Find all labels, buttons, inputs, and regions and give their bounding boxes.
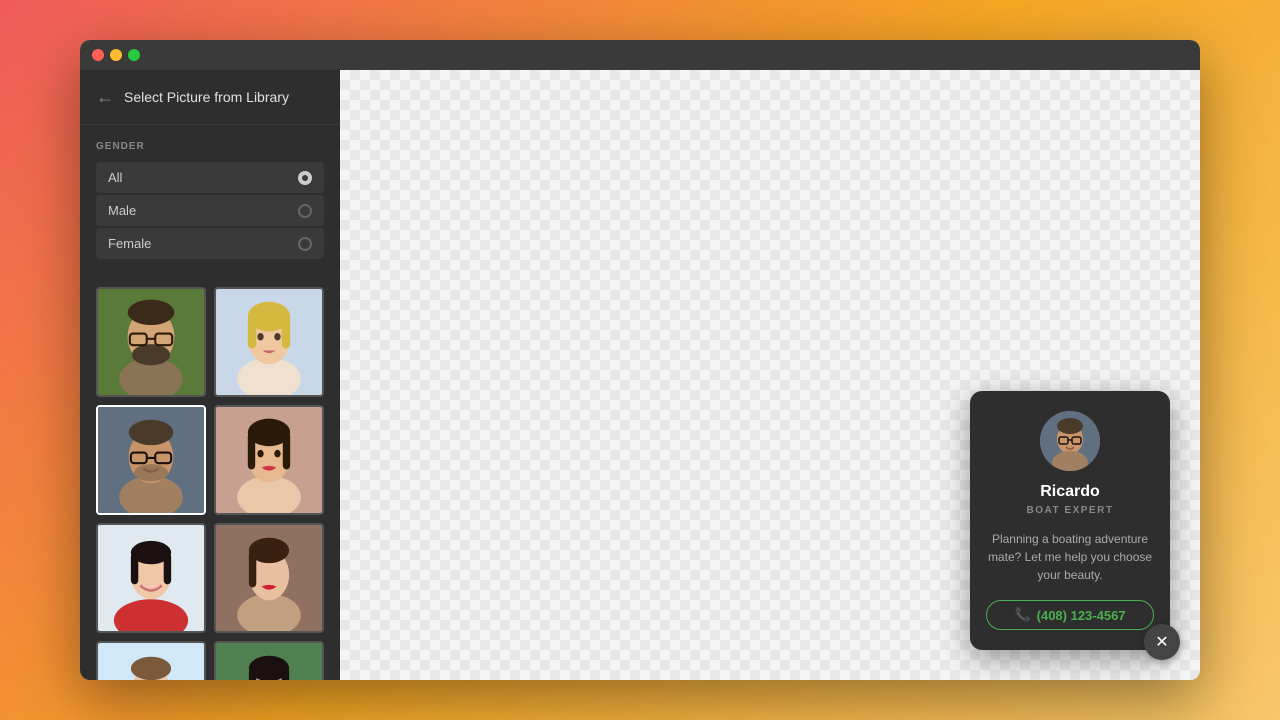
photo-item-1[interactable] — [96, 287, 206, 397]
sidebar-header: ← Select Picture from Library — [80, 70, 340, 125]
photo-grid — [80, 275, 340, 680]
phone-number: (408) 123-4567 — [1037, 608, 1126, 623]
window-body: ← Select Picture from Library GENDER All… — [80, 70, 1200, 680]
profile-avatar — [1040, 411, 1100, 471]
gender-option-male[interactable]: Male — [96, 195, 324, 226]
gender-option-all[interactable]: All — [96, 162, 324, 193]
back-button[interactable]: ← — [96, 88, 114, 106]
titlebar — [80, 40, 1200, 70]
phone-icon: 📞 — [1014, 607, 1030, 623]
photo-item-8[interactable] — [214, 641, 324, 680]
radio-dot-female — [298, 237, 312, 251]
photo-item-2[interactable] — [214, 287, 324, 397]
photo-item-6[interactable] — [214, 523, 324, 633]
close-light[interactable] — [92, 49, 104, 61]
traffic-lights — [92, 49, 140, 61]
profile-description: Planning a boating adventure mate? Let m… — [986, 530, 1154, 584]
filter-section: GENDER All Male Female — [80, 125, 340, 275]
sidebar: ← Select Picture from Library GENDER All… — [80, 70, 340, 680]
photo-item-4[interactable] — [214, 405, 324, 515]
profile-phone[interactable]: 📞 (408) 123-4567 — [986, 600, 1154, 630]
gender-option-female[interactable]: Female — [96, 228, 324, 259]
app-window: ← Select Picture from Library GENDER All… — [80, 40, 1200, 680]
gender-filter-group: All Male Female — [96, 162, 324, 259]
radio-dot-male — [298, 204, 312, 218]
main-content: Ricardo BOAT EXPERT Planning a boating a… — [340, 70, 1200, 680]
photo-item-7[interactable] — [96, 641, 206, 680]
close-card-button[interactable]: ✕ — [1144, 624, 1180, 660]
profile-card: Ricardo BOAT EXPERT Planning a boating a… — [970, 391, 1170, 650]
radio-dot-all — [298, 171, 312, 185]
close-icon: ✕ — [1155, 632, 1168, 652]
fullscreen-light[interactable] — [128, 49, 140, 61]
profile-name: Ricardo — [1040, 483, 1100, 501]
photo-item-5[interactable] — [96, 523, 206, 633]
sidebar-title: Select Picture from Library — [124, 89, 289, 105]
profile-role: BOAT EXPERT — [1027, 505, 1114, 516]
photo-item-3[interactable] — [96, 405, 206, 515]
filter-label: GENDER — [96, 141, 324, 152]
minimize-light[interactable] — [110, 49, 122, 61]
